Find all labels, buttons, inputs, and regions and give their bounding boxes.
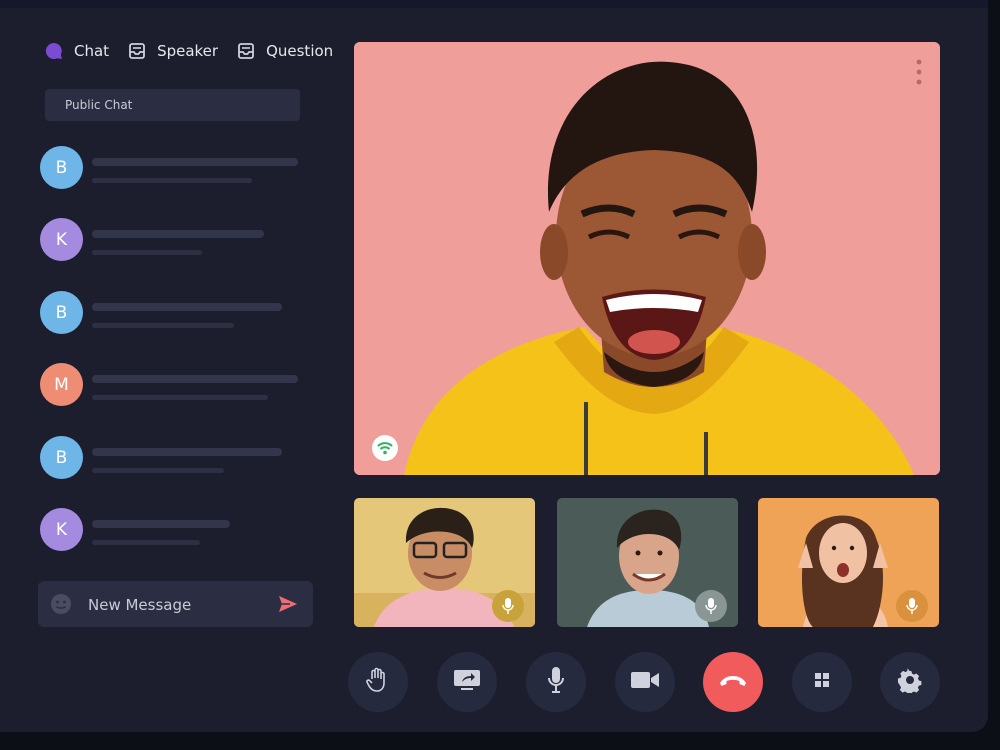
- microphone-button[interactable]: [526, 652, 586, 712]
- message-text-placeholder: [92, 520, 230, 528]
- end-call-button[interactable]: [703, 652, 763, 712]
- microphone-icon[interactable]: [695, 590, 727, 622]
- message-subtext-placeholder: [92, 395, 268, 400]
- list-item[interactable]: M: [40, 363, 310, 407]
- phone-hangup-icon: [718, 673, 748, 692]
- list-item[interactable]: B: [40, 146, 310, 190]
- message-text-placeholder: [92, 303, 282, 311]
- screen-share-icon: [453, 669, 481, 695]
- message-text-placeholder: [92, 375, 298, 383]
- list-item[interactable]: K: [40, 508, 310, 552]
- emoji-icon[interactable]: [50, 593, 72, 615]
- message-subtext-placeholder: [92, 250, 202, 255]
- settings-button[interactable]: [880, 652, 940, 712]
- avatar: B: [40, 436, 83, 479]
- inbox-icon: [127, 41, 147, 61]
- tab-chat-label: Chat: [74, 42, 110, 60]
- microphone-icon[interactable]: [896, 590, 928, 622]
- list-item[interactable]: K: [40, 218, 310, 262]
- share-screen-button[interactable]: [437, 652, 497, 712]
- message-subtext-placeholder: [92, 178, 252, 183]
- chat-bubble-icon: [44, 41, 64, 61]
- avatar: K: [40, 508, 83, 551]
- avatar: K: [40, 218, 83, 261]
- public-chat-selector[interactable]: Public Chat: [45, 89, 300, 121]
- hand-icon: [366, 667, 390, 697]
- microphone-icon: [547, 666, 565, 698]
- send-icon[interactable]: [278, 595, 298, 613]
- participant-video-tile[interactable]: [758, 498, 939, 627]
- layout-button[interactable]: [792, 652, 852, 712]
- message-composer: [38, 581, 313, 627]
- top-bar: [0, 0, 988, 8]
- participant-video-tile[interactable]: [557, 498, 738, 627]
- raise-hand-button[interactable]: [348, 652, 408, 712]
- tab-question[interactable]: Question: [236, 41, 333, 61]
- tab-chat[interactable]: Chat: [44, 41, 109, 61]
- gear-icon: [897, 667, 923, 697]
- microphone-icon[interactable]: [492, 590, 524, 622]
- call-controls: [0, 652, 988, 712]
- list-item[interactable]: B: [40, 291, 310, 335]
- app-window: Chat Speaker Question Public Chat B K B …: [0, 0, 988, 732]
- list-item[interactable]: B: [40, 436, 310, 480]
- message-text-placeholder: [92, 448, 282, 456]
- avatar: B: [40, 291, 83, 334]
- grid-icon: [814, 672, 830, 692]
- avatar: B: [40, 146, 83, 189]
- public-chat-label: Public Chat: [65, 98, 133, 112]
- message-subtext-placeholder: [92, 540, 200, 545]
- message-subtext-placeholder: [92, 323, 234, 328]
- video-camera-icon: [630, 670, 660, 694]
- tab-question-label: Question: [266, 42, 334, 60]
- message-subtext-placeholder: [92, 468, 224, 473]
- speaker-video-frame: [354, 42, 940, 475]
- new-message-input[interactable]: [86, 591, 270, 619]
- tab-speaker-label: Speaker: [157, 42, 219, 60]
- panel-tabs: Chat Speaker Question: [44, 38, 333, 64]
- message-text-placeholder: [92, 230, 264, 238]
- wifi-icon: [372, 435, 398, 461]
- message-text-placeholder: [92, 158, 298, 166]
- camera-button[interactable]: [615, 652, 675, 712]
- avatar: M: [40, 363, 83, 406]
- more-vertical-icon[interactable]: [916, 58, 922, 86]
- tab-speaker[interactable]: Speaker: [127, 41, 218, 61]
- participant-video-tile[interactable]: [354, 498, 535, 627]
- inbox-icon: [236, 41, 256, 61]
- main-video-tile[interactable]: [354, 42, 940, 475]
